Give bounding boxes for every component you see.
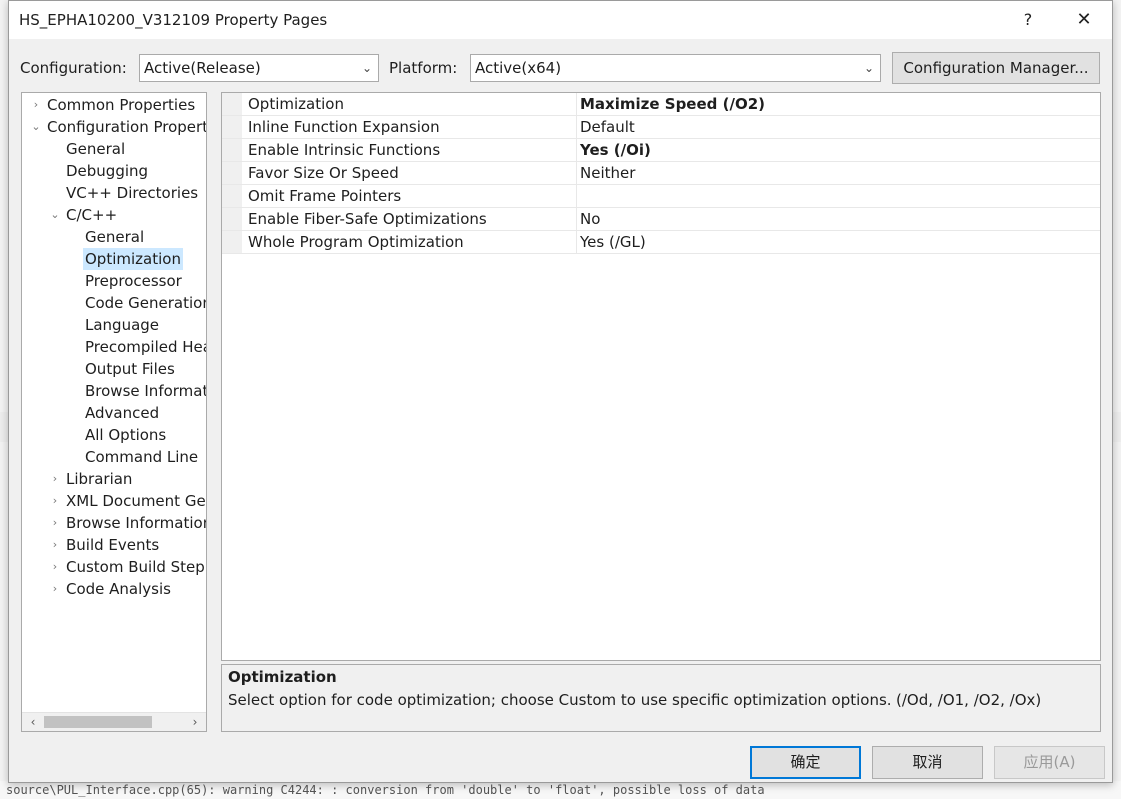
row-gutter bbox=[222, 116, 242, 138]
background-output-line: source\PUL_Interface.cpp(65): warning C4… bbox=[0, 781, 1121, 799]
chevron-down-icon[interactable]: ⌄ bbox=[49, 204, 61, 226]
window-title: HS_EPHA10200_V312109 Property Pages bbox=[19, 11, 328, 29]
row-gutter bbox=[222, 208, 242, 230]
property-row-favor-size-or-speed[interactable]: Favor Size Or Speed Neither bbox=[222, 162, 1100, 185]
column-divider bbox=[576, 93, 577, 115]
tree-item-label: Output Files bbox=[85, 360, 175, 378]
property-row-whole-program-optimization[interactable]: Whole Program Optimization Yes (/GL) bbox=[222, 231, 1100, 254]
property-name: Inline Function Expansion bbox=[248, 118, 440, 136]
tree-item-label: Build Events bbox=[66, 536, 160, 554]
tree-item-label: Custom Build Step bbox=[66, 558, 205, 576]
tree-item-label: Configuration Propert bbox=[47, 118, 207, 136]
help-button[interactable]: ? bbox=[1013, 5, 1043, 35]
chevron-down-icon: ⌄ bbox=[863, 61, 874, 75]
tree-item-label: Librarian bbox=[66, 470, 133, 488]
platform-label: Platform: bbox=[389, 59, 458, 77]
chevron-down-icon[interactable]: ⌄ bbox=[30, 116, 42, 138]
tree-horizontal-scrollbar[interactable]: ‹ › bbox=[22, 712, 206, 731]
tree-item-label: Advanced bbox=[85, 404, 160, 422]
column-divider bbox=[576, 116, 577, 138]
tree-item-label: Debugging bbox=[66, 162, 149, 180]
tree-item-label: C/C++ bbox=[66, 206, 118, 224]
row-gutter bbox=[222, 231, 242, 253]
property-value[interactable]: Yes (/Oi) bbox=[580, 139, 651, 161]
property-name: Omit Frame Pointers bbox=[248, 187, 402, 205]
tree-item-label: All Options bbox=[85, 426, 167, 444]
tree-item-label: VC++ Directories bbox=[66, 184, 199, 202]
property-pages-dialog: HS_EPHA10200_V312109 Property Pages ? ✕ … bbox=[8, 0, 1113, 783]
column-divider bbox=[576, 208, 577, 230]
configuration-dropdown[interactable]: Active(Release) ⌄ bbox=[139, 54, 379, 82]
tree-item-label: XML Document Ger bbox=[66, 492, 207, 510]
description-text: Select option for code optimization; cho… bbox=[228, 691, 892, 709]
chevron-right-icon[interactable]: › bbox=[49, 512, 61, 534]
row-gutter bbox=[222, 139, 242, 161]
property-row-enable-fiber-safe-optimizations[interactable]: Enable Fiber-Safe Optimizations No bbox=[222, 208, 1100, 231]
cancel-button[interactable]: 取消 bbox=[872, 746, 983, 779]
scrollbar-thumb[interactable] bbox=[44, 716, 152, 728]
property-name: Whole Program Optimization bbox=[248, 233, 464, 251]
property-name: Optimization bbox=[248, 95, 344, 113]
property-value[interactable]: No bbox=[580, 208, 600, 230]
configuration-label: Configuration: bbox=[20, 59, 127, 77]
description-flags: (/Od, /O1, /O2, /Ox) bbox=[896, 691, 1042, 709]
ok-button[interactable]: 确定 bbox=[750, 746, 861, 779]
tree-item-label: Code Generation bbox=[85, 294, 207, 312]
tree-item-label: Language bbox=[85, 316, 160, 334]
scroll-right-icon[interactable]: › bbox=[186, 713, 204, 731]
background-editor-right-edge bbox=[1113, 0, 1121, 799]
platform-value: Active(x64) bbox=[475, 59, 562, 77]
column-divider bbox=[576, 185, 577, 207]
property-name: Enable Intrinsic Functions bbox=[248, 141, 441, 159]
tree-item-label: Preprocessor bbox=[85, 272, 182, 290]
property-name: Enable Fiber-Safe Optimizations bbox=[248, 210, 487, 228]
platform-dropdown[interactable]: Active(x64) ⌄ bbox=[470, 54, 881, 82]
row-gutter bbox=[222, 185, 242, 207]
chevron-right-icon[interactable]: › bbox=[49, 578, 61, 600]
tree-item-label: Precompiled Hea bbox=[85, 338, 207, 356]
tree-item-label: Browse Information bbox=[66, 514, 207, 532]
tree-item-label: Browse Informat bbox=[85, 382, 207, 400]
title-bar: HS_EPHA10200_V312109 Property Pages ? ✕ bbox=[9, 1, 1112, 39]
property-value[interactable]: Maximize Speed (/O2) bbox=[580, 93, 765, 115]
tree-item-label: Optimization bbox=[83, 248, 183, 270]
property-value[interactable]: Default bbox=[580, 116, 635, 138]
configuration-manager-button[interactable]: Configuration Manager... bbox=[892, 52, 1100, 84]
column-divider bbox=[576, 231, 577, 253]
row-gutter bbox=[222, 162, 242, 184]
property-row-enable-intrinsic-functions[interactable]: Enable Intrinsic Functions Yes (/Oi) bbox=[222, 139, 1100, 162]
chevron-down-icon: ⌄ bbox=[361, 61, 372, 75]
tree-item-label: Command Line bbox=[85, 448, 199, 466]
close-button[interactable]: ✕ bbox=[1067, 5, 1101, 35]
apply-button[interactable]: 应用(A) bbox=[994, 746, 1105, 779]
property-value[interactable]: Neither bbox=[580, 162, 635, 184]
row-gutter bbox=[222, 93, 242, 115]
scroll-left-icon[interactable]: ‹ bbox=[24, 713, 42, 731]
chevron-right-icon[interactable]: › bbox=[49, 468, 61, 490]
property-grid: Optimization Maximize Speed (/O2) Inline… bbox=[221, 92, 1101, 661]
chevron-right-icon[interactable]: › bbox=[49, 534, 61, 556]
description-panel: Optimization Select option for code opti… bbox=[221, 664, 1101, 732]
property-name: Favor Size Or Speed bbox=[248, 164, 399, 182]
property-row-inline-function-expansion[interactable]: Inline Function Expansion Default bbox=[222, 116, 1100, 139]
property-value[interactable]: Yes (/GL) bbox=[580, 231, 646, 253]
tree-item-label: General bbox=[85, 228, 145, 246]
property-tree: › Common Properties ⌄ Configuration Prop… bbox=[21, 92, 207, 732]
chevron-right-icon[interactable]: › bbox=[49, 556, 61, 578]
property-row-optimization[interactable]: Optimization Maximize Speed (/O2) bbox=[222, 93, 1100, 116]
tree-item-label: Code Analysis bbox=[66, 580, 171, 598]
tree-item-label: Common Properties bbox=[47, 96, 196, 114]
configuration-value: Active(Release) bbox=[144, 59, 261, 77]
column-divider bbox=[576, 162, 577, 184]
chevron-right-icon[interactable]: › bbox=[49, 490, 61, 512]
tree-item-label: General bbox=[66, 140, 126, 158]
column-divider bbox=[576, 139, 577, 161]
chevron-right-icon[interactable]: › bbox=[30, 94, 42, 116]
background-editor-left-edge bbox=[0, 0, 8, 799]
property-row-omit-frame-pointers[interactable]: Omit Frame Pointers bbox=[222, 185, 1100, 208]
description-title: Optimization bbox=[228, 668, 337, 686]
